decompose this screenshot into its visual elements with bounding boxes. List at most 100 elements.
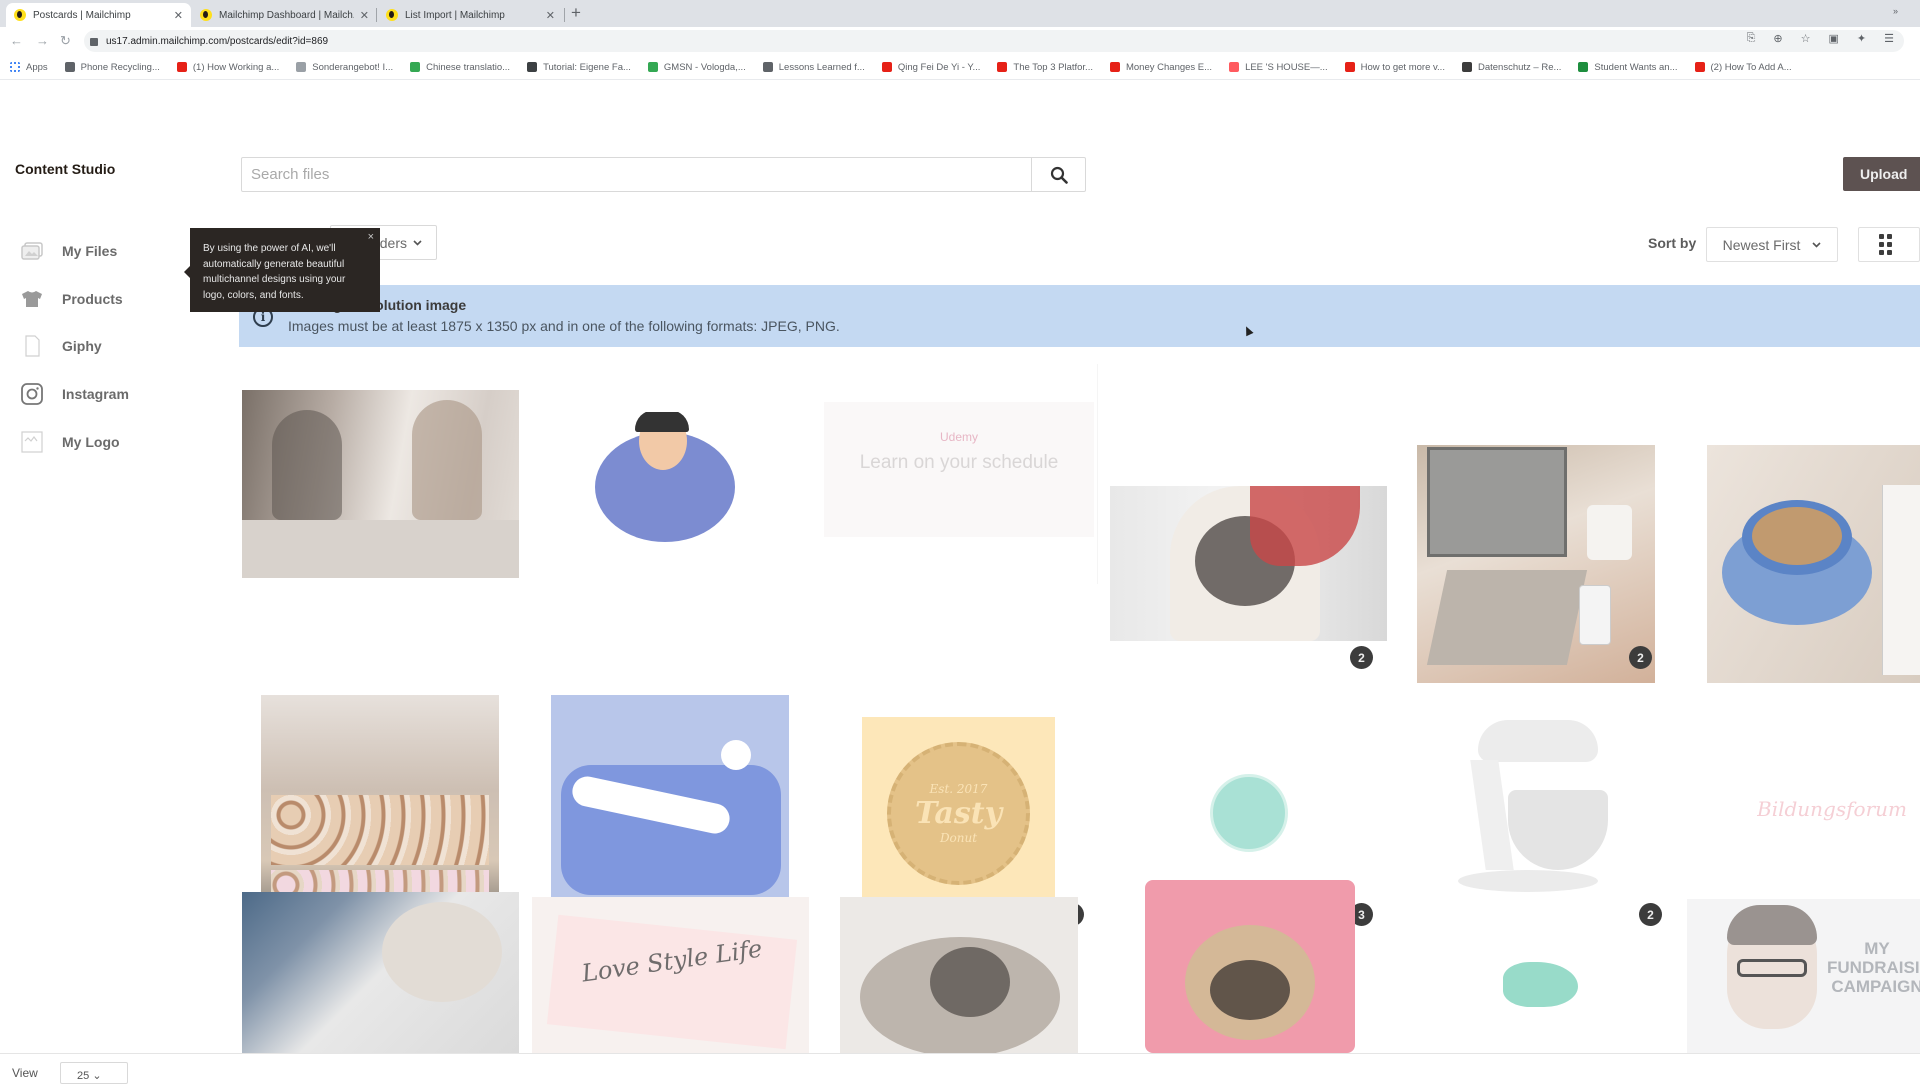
bookmark-label: Qing Fei De Yi - Y... — [897, 61, 981, 73]
tab-title: Postcards | Mailchimp — [33, 9, 131, 21]
chevron-down-icon — [1812, 241, 1821, 248]
file-tile[interactable]: MY FUNDRAISING CAMPAIGN — [1687, 872, 1920, 1053]
bookmark-favicon-icon — [762, 62, 773, 72]
bookmark-item[interactable]: Sonderangebot! I... — [296, 62, 393, 73]
grid-view-toggle[interactable] — [1858, 227, 1920, 262]
per-page-value: 25 — [77, 1070, 90, 1082]
logo-top-text: Est. 2017 — [929, 782, 988, 796]
menu-icon[interactable]: ☰ — [1884, 32, 1894, 45]
bookmark-label: LEE 'S HOUSE—... — [1245, 61, 1328, 73]
forward-icon[interactable]: → — [36, 33, 49, 48]
per-page-dropdown[interactable]: 25 ⌄ — [60, 1062, 128, 1084]
bookmark-item[interactable]: Student Wants an... — [1578, 62, 1678, 73]
file-thumbnail: Love Style Life — [532, 897, 809, 1053]
close-tab-icon[interactable]: ✕ — [174, 9, 183, 22]
bookmark-item[interactable]: (1) How Working a... — [176, 62, 279, 73]
bookmark-label: (2) How To Add A... — [1710, 61, 1792, 73]
close-tab-icon[interactable]: ✕ — [360, 9, 369, 22]
file-tile[interactable] — [242, 384, 520, 578]
url-bar[interactable]: us17.admin.mailchimp.com/postcards/edit?… — [84, 30, 1904, 52]
bookmark-item[interactable]: Qing Fei De Yi - Y... — [881, 61, 981, 73]
udemy-brand: Udemy — [939, 430, 978, 444]
zoom-icon[interactable]: ⊕ — [1773, 32, 1782, 45]
bookmark-favicon-icon — [1109, 62, 1120, 72]
image-icon — [20, 431, 44, 453]
facebook-extension-icon[interactable]: ▣ — [1829, 32, 1839, 45]
file-tile[interactable] — [242, 872, 520, 1053]
sort-by-label: Sort by — [1648, 235, 1697, 251]
sidebar-item-my-logo[interactable]: My Logo — [20, 427, 120, 457]
upload-button[interactable]: Upload — [1843, 157, 1920, 191]
bookmark-item[interactable]: The Top 3 Platfor... — [997, 62, 1093, 73]
new-tab-icon[interactable]: + — [571, 3, 581, 23]
file-tile[interactable]: Udemy Learn on your schedule — [820, 364, 1098, 584]
url-text: us17.admin.mailchimp.com/postcards/edit?… — [106, 35, 329, 47]
lock-icon — [90, 38, 98, 46]
bookmark-label: Money Changes E... — [1125, 61, 1213, 73]
apps-grid-icon — [10, 62, 20, 72]
sidebar-item-products[interactable]: Products — [20, 284, 123, 314]
translate-icon[interactable]: ⎘ — [1747, 32, 1756, 45]
file-thumbnail — [587, 412, 737, 552]
file-tile[interactable] — [820, 872, 1098, 1053]
bookmark-label: The Top 3 Platfor... — [1013, 61, 1093, 73]
bookmark-item[interactable]: (2) How To Add A... — [1694, 61, 1792, 73]
content-studio: Content Studio My Files Products Giphy I… — [0, 80, 1920, 1084]
file-thumbnail: Udemy Learn on your schedule — [824, 402, 1094, 537]
bookmark-item[interactable]: How to get more v... — [1344, 62, 1445, 73]
bookmark-item[interactable]: Tutorial: Eigene Fa... — [527, 62, 631, 73]
bookmark-favicon-icon — [176, 62, 187, 72]
bookmark-label: Chinese translatio... — [426, 61, 511, 73]
bookmark-item[interactable]: LEE 'S HOUSE—... — [1229, 62, 1328, 73]
browser-tab[interactable]: Mailchimp Dashboard | Mailch... ✕ — [192, 3, 377, 27]
file-thumbnail — [1210, 774, 1288, 852]
bookmark-item[interactable]: GMSN - Vologda,... — [647, 62, 746, 73]
bookmark-label: Apps — [26, 61, 48, 73]
bookmark-item[interactable]: Phone Recycling... — [64, 62, 160, 73]
bookmark-apps[interactable]: Apps — [10, 62, 48, 73]
more-bookmarks-icon[interactable]: » — [1893, 6, 1898, 16]
file-tile[interactable] — [1109, 872, 1387, 1053]
bookmark-label: Datenschutz – Re... — [1477, 61, 1562, 73]
sort-dropdown[interactable]: Newest First — [1706, 227, 1838, 262]
bookmark-favicon-icon — [881, 62, 892, 72]
giphy-icon — [20, 335, 44, 357]
file-thumbnail — [840, 897, 1078, 1053]
chevron-down-icon — [413, 239, 422, 246]
sort-selected-value: Newest First — [1722, 236, 1801, 253]
bookmark-item[interactable]: Lessons Learned f... — [762, 61, 865, 73]
bookmark-favicon-icon — [1461, 62, 1472, 72]
reload-icon[interactable]: ↻ — [60, 33, 71, 49]
banner-text: Images must be at least 1875 x 1350 px a… — [288, 318, 840, 334]
close-tab-icon[interactable]: ✕ — [546, 9, 555, 22]
search-input[interactable] — [242, 158, 1031, 191]
bookmark-star-icon[interactable]: ☆ — [1801, 32, 1811, 45]
back-icon[interactable]: ← — [10, 33, 23, 48]
pagination-footer: View 25 ⌄ — [0, 1053, 1920, 1084]
file-tile[interactable] — [1398, 872, 1676, 1053]
instagram-icon — [20, 383, 44, 405]
browser-tab[interactable]: Postcards | Mailchimp ✕ — [6, 3, 191, 27]
bookmark-favicon-icon — [64, 62, 75, 72]
bookmark-label: Tutorial: Eigene Fa... — [543, 61, 631, 73]
bookmark-favicon-icon — [1578, 62, 1589, 72]
file-thumbnail — [242, 892, 519, 1053]
bookmark-item[interactable]: Datenschutz – Re... — [1461, 61, 1562, 73]
sidebar-item-instagram[interactable]: Instagram — [20, 379, 129, 409]
bookmark-item[interactable]: Money Changes E... — [1109, 61, 1213, 73]
close-tooltip-icon[interactable]: × — [368, 230, 374, 246]
ai-tooltip: By using the power of AI, we'll automati… — [184, 228, 380, 312]
file-tile[interactable]: Love Style Life — [532, 872, 810, 1053]
file-tile[interactable] — [532, 364, 810, 584]
sidebar-item-giphy[interactable]: Giphy — [20, 331, 102, 361]
tshirt-icon — [20, 288, 44, 310]
bookmark-item[interactable]: Chinese translatio... — [410, 62, 510, 73]
bookmark-label: Lessons Learned f... — [778, 61, 865, 73]
browser-tab[interactable]: List Import | Mailchimp ✕ — [378, 3, 563, 27]
extension-icon[interactable]: ✦ — [1857, 32, 1866, 45]
file-thumbnail: Bildungsforum — [1757, 797, 1907, 821]
search-button[interactable] — [1031, 158, 1085, 191]
my-files-icon — [20, 240, 44, 262]
sidebar-item-my-files[interactable]: My Files — [20, 236, 117, 266]
chevron-down-icon: ⌄ — [92, 1070, 102, 1082]
